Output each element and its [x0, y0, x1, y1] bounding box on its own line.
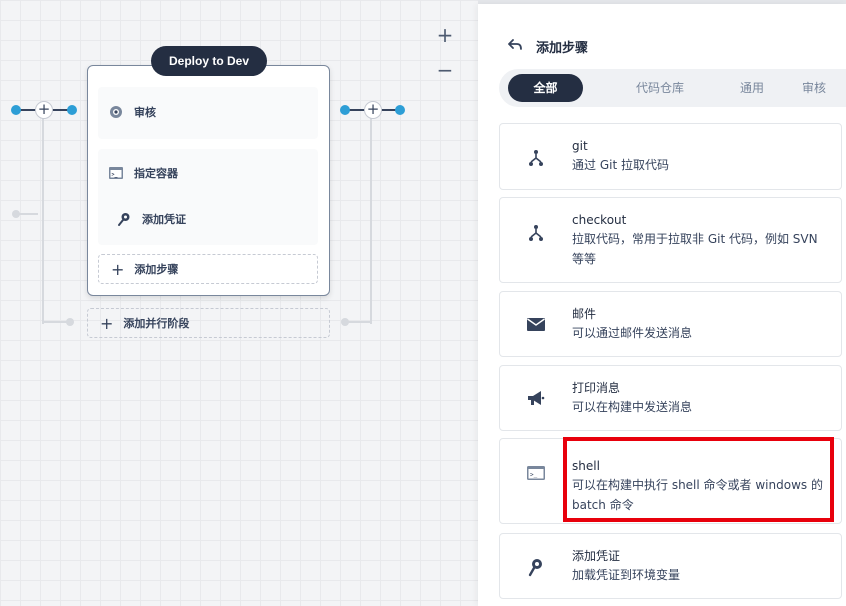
card-title: git [572, 139, 588, 153]
add-parallel-stage-button[interactable]: + 添加并行阶段 [87, 308, 330, 338]
svg-text:>_: >_ [112, 172, 119, 178]
credential-key-icon [118, 213, 130, 226]
step-container[interactable]: >_ 指定容器 [108, 165, 178, 181]
pipeline-canvas: + − + + Deploy to Dev 审核 >_ 指定容器 添加凭证 + … [0, 0, 478, 606]
tab-review[interactable]: 审核 [789, 74, 839, 102]
key-icon [528, 559, 542, 577]
step-label: 添加凭证 [142, 213, 186, 226]
terminal-icon: >_ [527, 466, 545, 480]
step-category-tabs: 全部 代码仓库 通用 审核 [499, 69, 846, 107]
card-desc: 可以通过邮件发送消息 [572, 326, 693, 340]
parallel-line [42, 110, 44, 324]
step-card-print-message[interactable]: 打印消息 可以在构建中发送消息 [499, 365, 842, 431]
card-desc: 拉取代码，常用于拉取非 Git 代码，例如 SVN 等等 [572, 232, 818, 266]
step-card-credential[interactable]: 添加凭证 加载凭证到环境变量 [499, 533, 842, 599]
add-step-label: 添加步骤 [134, 263, 179, 276]
zoom-in-button[interactable]: + [432, 22, 458, 48]
add-step-panel: 添加步骤 全部 代码仓库 通用 审核 git 通过 Git 拉取代码 check… [478, 4, 846, 606]
container-icon: >_ [109, 167, 123, 179]
add-parallel-stage-label: 添加并行阶段 [123, 317, 190, 330]
plus-icon: + [100, 313, 114, 333]
card-title: 打印消息 [572, 381, 621, 395]
step-card-shell[interactable]: >_ shell 可以在构建中执行 shell 命令或者 windows 的 b… [499, 438, 842, 524]
connector-dot [67, 105, 77, 115]
parallel-line [42, 321, 68, 323]
parallel-line [346, 321, 372, 323]
back-arrow-icon[interactable] [508, 38, 522, 55]
card-title: checkout [572, 213, 627, 227]
add-step-button[interactable]: + 添加步骤 [98, 254, 318, 284]
connector-dot [11, 105, 21, 115]
card-desc: 可以在构建中执行 shell 命令或者 windows 的 batch 命令 [572, 478, 823, 512]
tab-code-repo[interactable]: 代码仓库 [611, 74, 709, 102]
connector-dot [340, 105, 350, 115]
step-card-mail[interactable]: 邮件 可以通过邮件发送消息 [499, 291, 842, 357]
card-title: shell [572, 459, 600, 473]
parallel-line [16, 213, 38, 215]
git-branch-icon [529, 150, 543, 166]
zoom-out-button[interactable]: − [432, 57, 458, 83]
card-title: 添加凭证 [572, 549, 621, 563]
card-title: 邮件 [572, 307, 597, 321]
step-group [98, 149, 318, 245]
tab-all[interactable]: 全部 [508, 74, 583, 102]
add-stage-button[interactable]: + [35, 101, 53, 119]
parallel-dot [66, 318, 74, 326]
megaphone-icon [528, 391, 545, 405]
git-branch-icon [529, 225, 543, 241]
step-card-checkout[interactable]: checkout 拉取代码，常用于拉取非 Git 代码，例如 SVN 等等 [499, 197, 842, 283]
step-card-git[interactable]: git 通过 Git 拉取代码 [499, 123, 842, 190]
plus-icon: + [111, 259, 125, 279]
card-desc: 可以在构建中发送消息 [572, 400, 693, 414]
panel-title: 添加步骤 [536, 41, 589, 56]
step-credential[interactable]: 添加凭证 [116, 211, 186, 227]
parallel-line [370, 110, 372, 324]
panel-header: 添加步骤 [508, 37, 588, 56]
review-icon [110, 106, 122, 118]
card-desc: 加载凭证到环境变量 [572, 568, 681, 582]
svg-text:>_: >_ [530, 472, 538, 479]
add-stage-button[interactable]: + [364, 101, 382, 119]
step-review[interactable]: 审核 [108, 104, 156, 120]
stage-title[interactable]: Deploy to Dev [151, 46, 267, 76]
card-desc: 通过 Git 拉取代码 [572, 158, 669, 172]
mail-icon [527, 318, 545, 331]
step-label: 指定容器 [134, 167, 178, 180]
connector-dot [395, 105, 405, 115]
step-label: 审核 [134, 106, 156, 119]
tab-general[interactable]: 通用 [719, 74, 785, 102]
parallel-dot [341, 318, 349, 326]
